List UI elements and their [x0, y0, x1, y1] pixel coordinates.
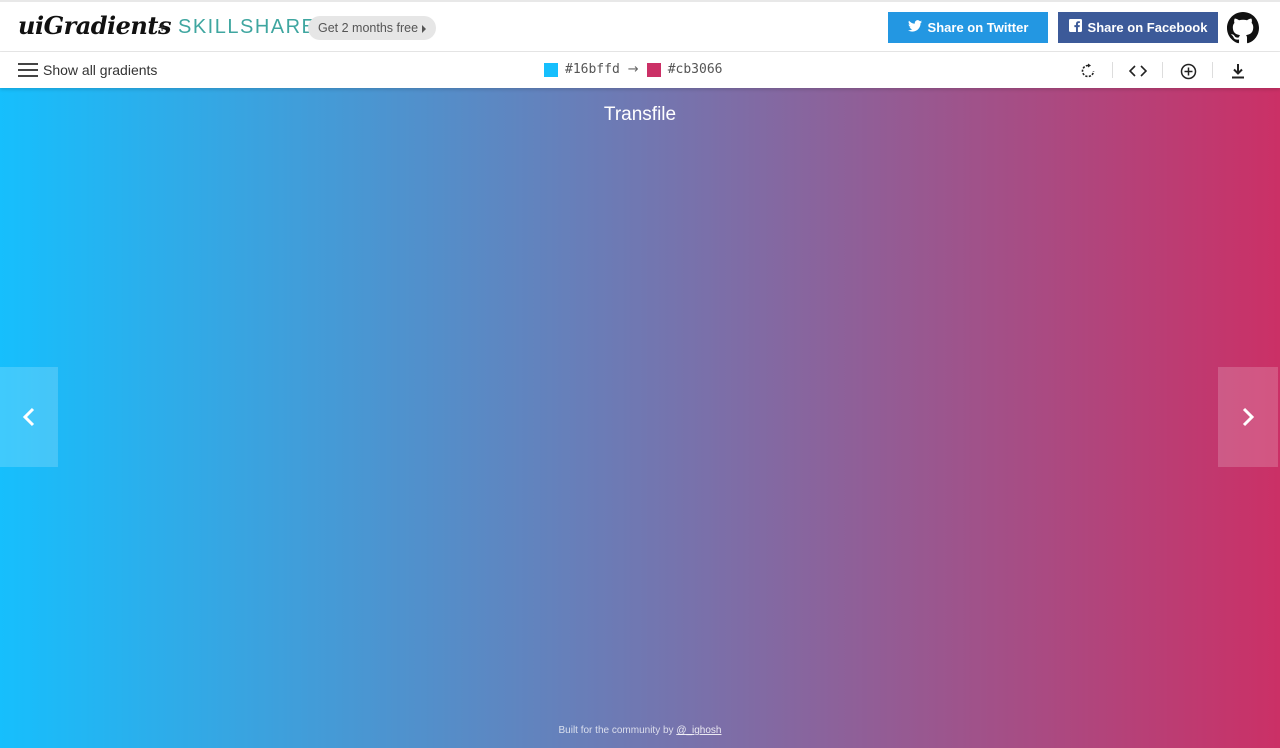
top-header: uiGradients + SKILLSHARE Get 2 months fr… — [0, 0, 1280, 52]
color-from-code[interactable]: #16bffd — [565, 62, 620, 77]
show-all-gradients-label: Show all gradients — [43, 62, 158, 78]
download-icon[interactable] — [1227, 60, 1249, 82]
footer-text: Built for the community by — [558, 725, 674, 736]
chevron-left-icon — [22, 407, 35, 427]
share-facebook-label: Share on Facebook — [1087, 20, 1208, 35]
previous-gradient-button[interactable] — [0, 367, 58, 467]
gradient-preview — [0, 88, 1280, 748]
promo-label: Get 2 months free — [318, 21, 419, 35]
skillshare-logo[interactable]: SKILLSHARE — [178, 16, 316, 39]
footer-credit: Built for the community by @_ighosh — [0, 725, 1280, 736]
github-icon[interactable] — [1227, 12, 1259, 44]
share-twitter-label: Share on Twitter — [927, 20, 1029, 35]
show-all-gradients-button[interactable]: Show all gradients — [18, 62, 157, 78]
add-icon[interactable] — [1177, 60, 1199, 82]
arrow-right-icon: → — [627, 62, 639, 77]
facebook-icon — [1068, 12, 1082, 43]
gradient-color-codes: #16bffd → #cb3066 — [544, 62, 723, 77]
gradient-toolbar: Show all gradients #16bffd → #cb3066 — [0, 52, 1280, 88]
plus-sign: + — [158, 19, 167, 35]
toolbar-divider — [1212, 62, 1213, 78]
twitter-icon — [907, 12, 922, 43]
toolbar-divider — [1162, 62, 1163, 78]
chevron-right-icon — [1242, 407, 1255, 427]
next-gradient-button[interactable] — [1218, 367, 1278, 467]
author-link[interactable]: @_ighosh — [676, 725, 721, 736]
toolbar-divider — [1112, 62, 1113, 78]
rotate-icon[interactable] — [1077, 60, 1099, 82]
color-to-code[interactable]: #cb3066 — [668, 62, 723, 77]
hamburger-menu-icon — [18, 63, 38, 77]
color-to-swatch[interactable] — [646, 62, 661, 77]
caret-right-icon — [422, 24, 427, 33]
share-facebook-button[interactable]: Share on Facebook — [1058, 12, 1218, 43]
share-twitter-button[interactable]: Share on Twitter — [888, 12, 1048, 43]
promo-button[interactable]: Get 2 months free — [308, 16, 437, 40]
gradient-name: Transfile — [603, 104, 677, 125]
code-icon[interactable] — [1127, 60, 1149, 82]
uigradients-logo[interactable]: uiGradients — [18, 11, 171, 40]
color-from-swatch[interactable] — [544, 62, 558, 77]
